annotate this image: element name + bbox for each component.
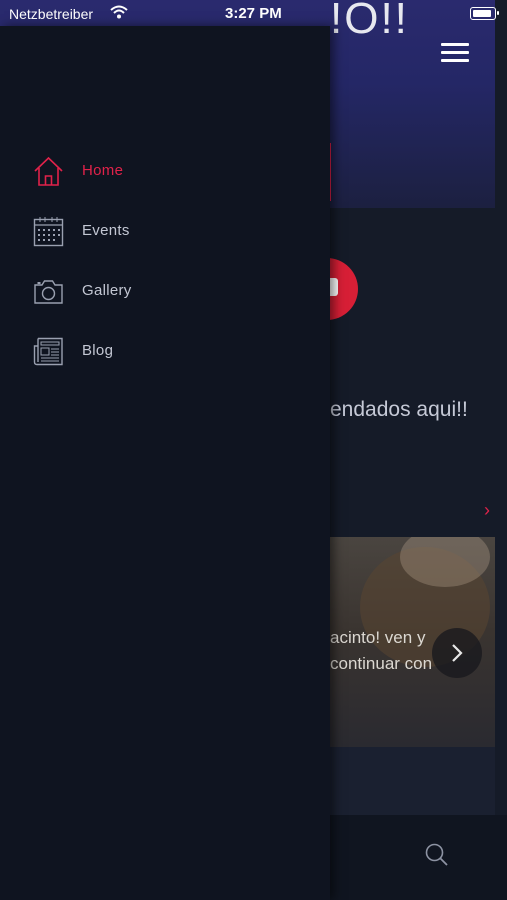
nav-item-events[interactable]: Events xyxy=(0,206,330,256)
status-bar: Netzbetreiber 3:27 PM xyxy=(0,0,507,26)
hamburger-menu-button[interactable] xyxy=(440,40,470,66)
nav-item-gallery[interactable]: Gallery xyxy=(0,266,330,316)
newspaper-icon xyxy=(33,337,63,366)
nav-item-home[interactable]: Home xyxy=(0,146,330,196)
hamburger-bar xyxy=(441,43,469,46)
search-button[interactable] xyxy=(424,842,450,868)
navigation-drawer: Home Events Gallery Blog xyxy=(0,26,330,900)
carrier-name: Netzbetreiber xyxy=(9,6,94,22)
welcome-text: endados aqui!! xyxy=(330,398,468,421)
nav-item-blog[interactable]: Blog xyxy=(0,326,330,376)
calendar-icon xyxy=(33,217,64,247)
hamburger-bar xyxy=(441,51,469,54)
card-text: continuar con xyxy=(330,654,433,673)
home-icon xyxy=(34,156,63,186)
search-icon xyxy=(425,843,448,866)
nav-item-label: Events xyxy=(82,222,130,239)
nav-item-label: Blog xyxy=(82,342,114,359)
hamburger-bar xyxy=(441,59,469,62)
card-text: acinto! ven y xyxy=(330,628,426,647)
battery-icon xyxy=(470,7,496,20)
nav-item-label: Gallery xyxy=(82,282,132,299)
battery-tip xyxy=(497,11,499,15)
clock: 3:27 PM xyxy=(225,5,282,22)
chevron-right-icon xyxy=(452,644,463,662)
wifi-icon xyxy=(110,5,128,19)
chevron-right-icon[interactable]: › xyxy=(484,500,490,521)
camera-icon xyxy=(34,280,63,304)
next-slide-button[interactable] xyxy=(432,628,482,678)
nav-item-label: Home xyxy=(82,162,124,179)
